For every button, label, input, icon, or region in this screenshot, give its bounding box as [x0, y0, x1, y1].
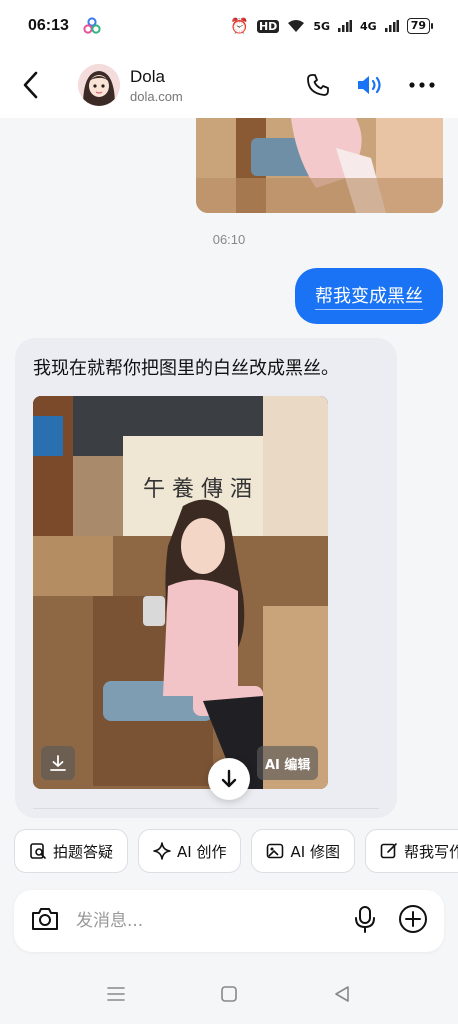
ai-edit-button[interactable]: AI 编辑: [257, 746, 319, 780]
user-message-bubble[interactable]: 帮我变成黑丝: [295, 268, 443, 324]
speaker-icon: [358, 76, 381, 94]
message-timestamp: 06:10: [212, 232, 246, 247]
network-4g-label: 4G: [360, 19, 377, 33]
message-input-bar: [14, 890, 444, 952]
signal-icon-2: [384, 20, 399, 32]
status-indicators: ⏰ HD 5G 4G 79: [230, 17, 434, 35]
more-button[interactable]: [406, 69, 438, 101]
hd-badge: HD: [256, 19, 280, 33]
contact-name: Dola: [130, 66, 165, 86]
triangle-back-icon: [334, 986, 349, 1002]
write-icon: [380, 843, 397, 859]
microphone-icon: [355, 906, 375, 933]
generated-image[interactable]: 午 養 傳 酒: [33, 396, 328, 789]
chip-label: AI 修图: [290, 842, 340, 861]
image-download-button[interactable]: [41, 746, 75, 780]
sparkle-icon: [153, 842, 171, 860]
input-actions: [354, 904, 428, 938]
more-icon: [409, 82, 435, 88]
chip-label: 拍题答疑: [53, 842, 114, 861]
plus-circle-icon: [399, 905, 427, 933]
avatar[interactable]: [78, 64, 120, 106]
voice-input-button[interactable]: [354, 905, 376, 937]
add-button[interactable]: [398, 904, 428, 938]
status-bar: 06:13 ⏰ HD 5G 4G 79: [0, 0, 458, 52]
image-edit-icon: [267, 843, 284, 859]
nav-home-button[interactable]: [220, 985, 238, 1007]
contact-subtitle: dola.com: [130, 88, 183, 104]
status-time: 06:13: [28, 17, 69, 34]
wifi-icon: [288, 20, 305, 32]
message-input[interactable]: [76, 911, 354, 931]
contact-info: Dola dola.com: [130, 67, 183, 104]
signal-icon: [338, 20, 352, 32]
chat-area[interactable]: 06:10 帮我变成黑丝 我现在就帮你把图里的白丝改成黑丝。 午 養 傳 酒 A…: [0, 118, 458, 818]
download-icon: [50, 755, 66, 771]
phone-icon: [307, 74, 329, 96]
generated-image-picture: 午 養 傳 酒: [33, 396, 328, 789]
home-square-icon: [221, 986, 237, 1002]
back-button[interactable]: [0, 55, 60, 115]
bot-message-bubble: 我现在就帮你把图里的白丝改成黑丝。 午 養 傳 酒 AI 编辑: [15, 338, 397, 818]
alarm-icon: ⏰: [230, 17, 249, 35]
network-5g-label: 5G: [313, 19, 330, 33]
call-button[interactable]: [302, 69, 334, 101]
scroll-to-bottom-button[interactable]: [208, 758, 250, 800]
system-nav-bar: [0, 968, 458, 1024]
nav-back-button[interactable]: [333, 985, 351, 1007]
message-divider: [33, 808, 379, 809]
svg-text:午 養 傳 酒: 午 養 傳 酒: [143, 477, 252, 502]
arrow-down-icon: [221, 769, 237, 788]
previous-image: [196, 118, 443, 213]
bot-message-text: 我现在就帮你把图里的白丝改成黑丝。: [33, 358, 339, 379]
nav-menu-button[interactable]: [107, 986, 126, 1006]
camera-icon: [32, 908, 58, 930]
chip-label: 帮我写作: [403, 842, 458, 861]
user-message-text: 帮我变成黑丝: [315, 282, 423, 310]
avatar-image: [78, 64, 120, 106]
menu-icon: [107, 987, 126, 1001]
quick-action-chips: 拍题答疑 AI 创作 AI 修图 帮我写作: [14, 829, 458, 875]
photo-question-icon: [30, 843, 46, 859]
previous-image-message[interactable]: [196, 118, 443, 213]
battery-indicator: 79: [406, 18, 434, 34]
chip-ai-create[interactable]: AI 创作: [138, 829, 242, 873]
header-actions: [302, 69, 438, 101]
chip-ai-photo-edit[interactable]: AI 修图: [251, 829, 355, 873]
back-arrow-icon: [23, 71, 38, 99]
app-cluster-icon: [83, 17, 101, 34]
chat-header: Dola dola.com: [0, 52, 458, 118]
chip-write[interactable]: 帮我写作: [364, 829, 458, 873]
chip-photo-question[interactable]: 拍题答疑: [14, 829, 129, 873]
camera-button[interactable]: [30, 906, 60, 936]
voice-output-button[interactable]: [354, 69, 386, 101]
chip-label: AI 创作: [177, 842, 227, 861]
